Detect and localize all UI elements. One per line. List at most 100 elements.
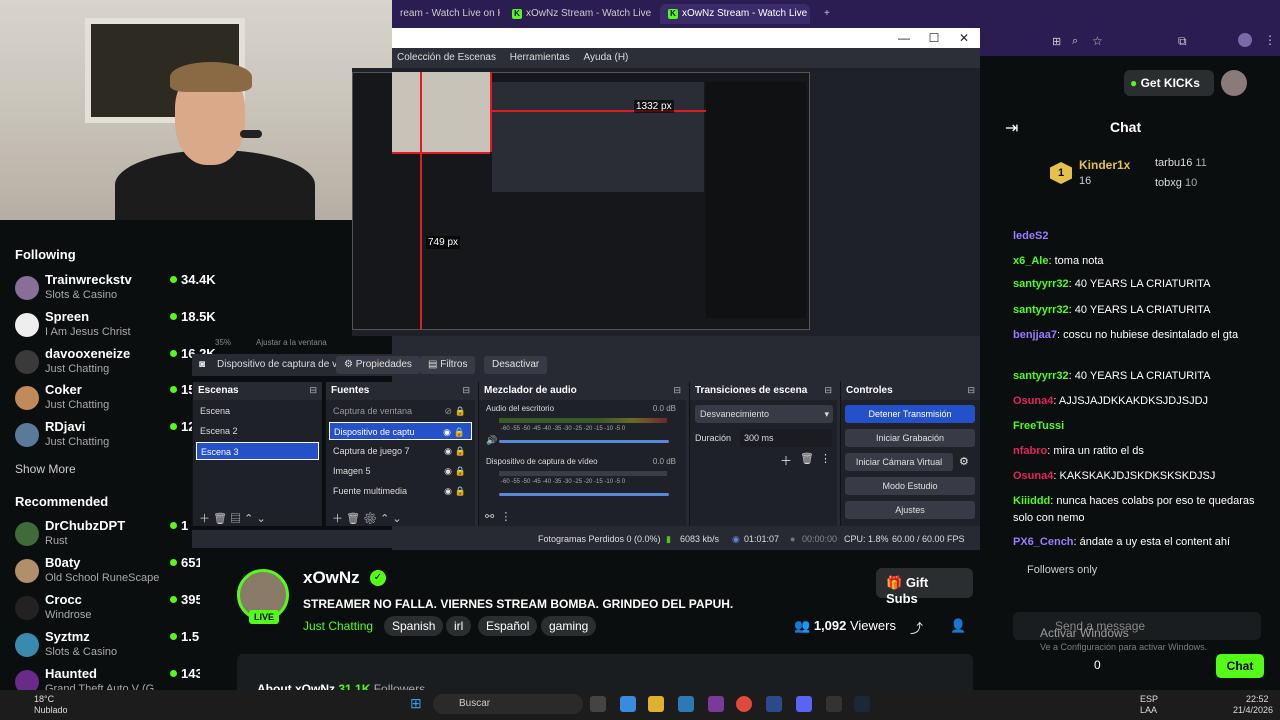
- eye-icon[interactable]: ◉: [444, 446, 452, 457]
- eye-off-icon[interactable]: ⊘: [444, 406, 452, 417]
- up-icon[interactable]: ⌃: [380, 513, 389, 525]
- menu-icon[interactable]: ⋮: [1264, 33, 1276, 47]
- eye-icon[interactable]: ◉: [444, 466, 452, 477]
- browser-tab[interactable]: ream - Watch Live on K: [392, 4, 500, 24]
- chrome-icon[interactable]: [736, 696, 752, 712]
- app-icon[interactable]: [826, 696, 842, 712]
- steam-icon[interactable]: [854, 696, 870, 712]
- zoom-level[interactable]: 35%: [215, 338, 231, 347]
- scene-item[interactable]: Escena: [196, 402, 319, 420]
- eye-icon[interactable]: ◉: [444, 486, 452, 497]
- lock-icon[interactable]: 🔒: [455, 466, 466, 477]
- clock-time[interactable]: 22:52: [1246, 694, 1269, 704]
- source-item[interactable]: Imagen 5 ◉ 🔒: [329, 462, 472, 480]
- discord-icon[interactable]: [796, 696, 812, 712]
- speaker-icon[interactable]: 🔊: [486, 435, 497, 446]
- source-item-selected[interactable]: Dispositivo de captu ◉ 🔒: [329, 422, 472, 440]
- zoom-fit[interactable]: Ajustar a la ventana: [256, 338, 327, 347]
- follow-user-icon[interactable]: 👤: [950, 618, 966, 634]
- menu-help[interactable]: Ayuda (H): [584, 52, 629, 63]
- send-chat-button[interactable]: Chat: [1216, 654, 1264, 678]
- following-channel[interactable]: Spreen I Am Jesus Christ 18.5K: [15, 309, 216, 343]
- edge-icon[interactable]: [678, 696, 694, 712]
- deactivate-button[interactable]: Desactivar: [484, 356, 548, 374]
- trash-icon[interactable]: 🗑: [346, 513, 360, 525]
- down-icon[interactable]: ⌄: [256, 513, 265, 525]
- new-tab-button[interactable]: +: [820, 4, 840, 24]
- virtual-camera-button[interactable]: Iniciar Cámara Virtual: [845, 453, 953, 471]
- stream-category[interactable]: Just Chatting: [303, 619, 373, 633]
- up-icon[interactable]: ⌃: [244, 513, 253, 525]
- gift-subs-button[interactable]: 🎁 Gift Subs: [876, 568, 973, 606]
- add-icon[interactable]: ＋: [780, 452, 792, 469]
- gear-icon[interactable]: ⚙: [363, 513, 377, 525]
- task-view-icon[interactable]: [590, 696, 606, 712]
- add-icon[interactable]: ＋: [332, 513, 343, 525]
- gifter-3[interactable]: tobxg 10: [1155, 177, 1197, 189]
- get-kicks-button[interactable]: ● Get KICKs: [1124, 70, 1214, 96]
- collapse-chat-icon[interactable]: ⇥: [1005, 118, 1018, 138]
- scene-item[interactable]: Escena 2: [196, 422, 319, 440]
- filter-icon[interactable]: ▤: [230, 513, 241, 525]
- properties-button[interactable]: ⚙ Propiedades: [336, 356, 420, 374]
- recommended-channel[interactable]: DrChubzDPT Rust 1: [15, 518, 200, 552]
- tag-pill[interactable]: gaming: [541, 616, 597, 636]
- app-icon[interactable]: [620, 696, 636, 712]
- source-item[interactable]: Fuente multimedia ◉ 🔒: [329, 482, 472, 500]
- recommended-channel[interactable]: Crocc Windrose 395: [15, 592, 203, 626]
- profile-avatar[interactable]: [1238, 33, 1252, 47]
- following-channel[interactable]: CokerJust Chatting15.5K: [15, 382, 216, 416]
- source-item[interactable]: Captura de juego 7 ◉ 🔒: [329, 442, 472, 460]
- studio-mode-button[interactable]: Modo Estudio: [845, 477, 975, 495]
- show-more-link[interactable]: Show More: [15, 462, 76, 476]
- down-icon[interactable]: ⌄: [392, 513, 401, 525]
- top-gifter[interactable]: Kinder1x: [1079, 158, 1130, 172]
- recommended-channel[interactable]: Syztmz Slots & Casino 1.5K: [15, 629, 208, 663]
- close-icon[interactable]: ✕: [954, 31, 974, 45]
- add-icon[interactable]: ＋: [199, 513, 210, 525]
- streamer-name[interactable]: xOwNz: [303, 568, 360, 588]
- user-avatar[interactable]: [1221, 70, 1247, 96]
- start-recording-button[interactable]: Iniciar Grabación: [845, 429, 975, 447]
- source-item[interactable]: Captura de ventana ⊘ 🔒: [329, 402, 472, 420]
- duration-field[interactable]: 300 ms: [740, 429, 832, 447]
- stop-streaming-button[interactable]: Detener Transmisión: [845, 405, 975, 423]
- minimize-icon[interactable]: —: [894, 31, 914, 45]
- menu-icon[interactable]: ⋮: [820, 452, 831, 465]
- trash-icon[interactable]: 🗑: [800, 452, 814, 465]
- obs-icon[interactable]: [766, 696, 782, 712]
- taskbar-search[interactable]: Buscar: [433, 694, 583, 714]
- maximize-icon[interactable]: ☐: [924, 31, 944, 45]
- settings-button[interactable]: Ajustes: [845, 501, 975, 519]
- menu-tools[interactable]: Herramientas: [510, 52, 570, 63]
- gifter-2[interactable]: tarbu16 11: [1155, 157, 1207, 169]
- trash-icon[interactable]: 🗑: [213, 513, 227, 525]
- volume-slider[interactable]: [499, 493, 669, 496]
- filters-button[interactable]: ▤ Filtros: [420, 356, 476, 374]
- browser-tab[interactable]: KxOwNz Stream - Watch Live on: [504, 4, 654, 24]
- explorer-icon[interactable]: [648, 696, 664, 712]
- link-icon[interactable]: ⚯: [485, 511, 494, 523]
- lock-icon[interactable]: 🔒: [454, 427, 465, 438]
- scene-item-selected[interactable]: Escena 3: [196, 442, 319, 460]
- tag-pill[interactable]: Español: [478, 616, 538, 636]
- app-icon[interactable]: [708, 696, 724, 712]
- clock-date[interactable]: 21/4/2026: [1233, 705, 1273, 715]
- bookmark-icon[interactable]: ☆: [1092, 34, 1103, 48]
- following-channel[interactable]: davooxeneizeJust Chatting16.2K: [15, 346, 216, 380]
- following-channel[interactable]: Trainwreckstv Slots & Casino 34.4K: [15, 272, 216, 306]
- transition-select[interactable]: Desvanecimiento ▾: [695, 405, 833, 423]
- lang-layout[interactable]: LAA: [1140, 705, 1157, 715]
- lock-icon[interactable]: 🔒: [455, 486, 466, 497]
- weather-desc[interactable]: Nublado: [34, 705, 68, 715]
- recommended-channel[interactable]: B0aty Old School RuneScape 651: [15, 555, 203, 589]
- volume-slider[interactable]: [499, 440, 669, 443]
- zoom-icon[interactable]: ⌕: [1072, 35, 1078, 48]
- lock-icon[interactable]: 🔒: [455, 446, 466, 457]
- translate-icon[interactable]: ⊞: [1052, 35, 1061, 48]
- menu-scene-collection[interactable]: Colección de Escenas: [397, 52, 496, 63]
- tag-pill[interactable]: irl: [446, 616, 472, 636]
- lock-icon[interactable]: 🔒: [455, 406, 466, 417]
- extensions-icon[interactable]: ⧉: [1178, 34, 1187, 49]
- windows-start-icon[interactable]: ⊞: [410, 695, 422, 712]
